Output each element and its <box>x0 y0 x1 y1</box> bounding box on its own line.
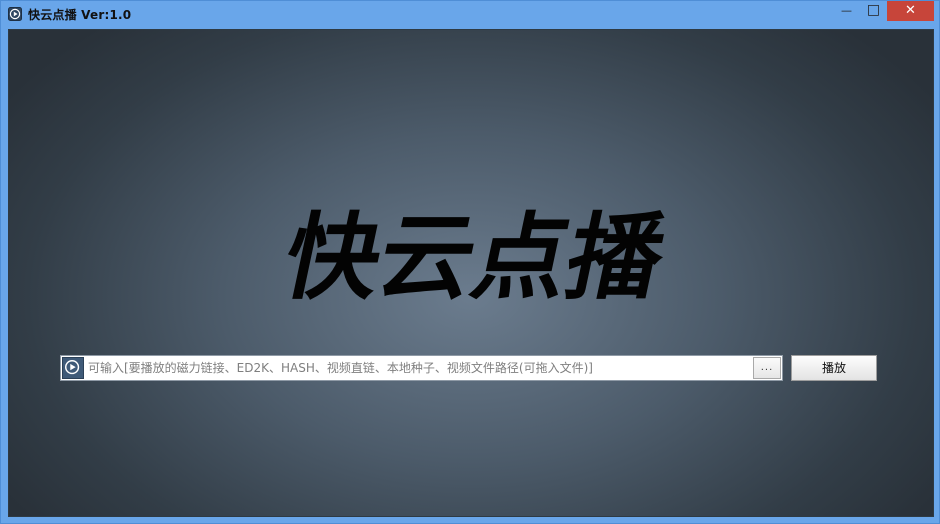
link-input-bar: ... <box>60 355 783 381</box>
maximize-icon: □ <box>866 2 881 18</box>
minimize-button[interactable]: — <box>833 1 860 21</box>
window-title: 快云点播 Ver:1.0 <box>28 8 132 22</box>
close-icon: ✕ <box>905 3 916 18</box>
app-window: 快云点播 Ver:1.0 — □ ✕ 快云点播 ... 播放 <box>0 0 940 524</box>
play-button[interactable]: 播放 <box>791 355 877 381</box>
play-circle-icon <box>62 357 84 379</box>
maximize-button[interactable]: □ <box>860 1 887 21</box>
logo-title: 快云点播 <box>275 204 675 304</box>
browse-button[interactable]: ... <box>753 357 781 379</box>
app-play-icon <box>8 7 22 21</box>
link-input[interactable] <box>88 358 750 378</box>
title-bar[interactable]: 快云点播 Ver:1.0 — □ ✕ <box>1 1 939 28</box>
minimize-icon: — <box>841 4 852 17</box>
logo-text: 快云点播 <box>275 204 675 304</box>
main-panel: 快云点播 ... 播放 <box>8 29 934 517</box>
close-button[interactable]: ✕ <box>887 1 934 21</box>
